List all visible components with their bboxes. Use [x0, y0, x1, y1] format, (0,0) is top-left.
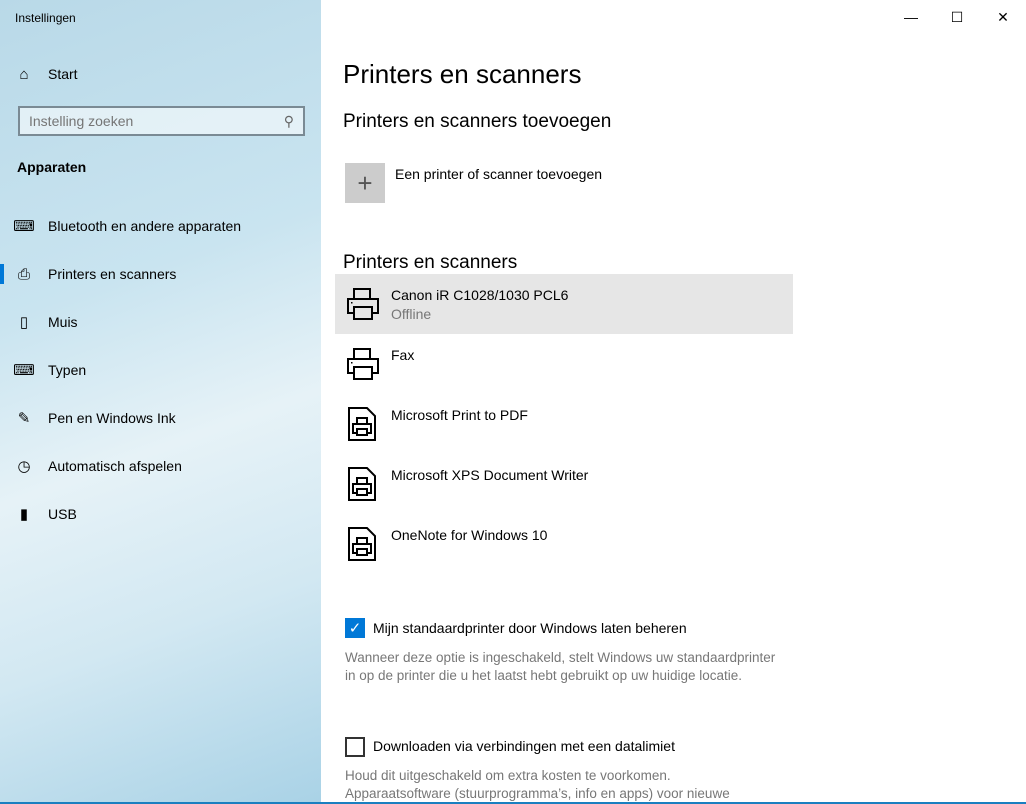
- sidebar-item-start[interactable]: ⌂ Start: [0, 54, 321, 94]
- search-icon[interactable]: ⚲: [284, 113, 294, 130]
- device-item[interactable]: Microsoft XPS Document Writer: [335, 454, 793, 514]
- document-printer-icon: [345, 526, 381, 562]
- sidebar-item-label: Typen: [48, 362, 87, 378]
- add-printer-button[interactable]: +: [345, 163, 385, 203]
- sidebar-item-usb[interactable]: ▮ USB: [0, 494, 321, 534]
- app-title: Instellingen: [15, 11, 76, 25]
- search-input[interactable]: [29, 113, 249, 129]
- printer-icon: [345, 286, 381, 322]
- pen-icon: ✎: [17, 410, 31, 427]
- default-printer-description: Wanneer deze optie is ingeschakeld, stel…: [345, 649, 805, 685]
- sidebar-item-label: Start: [48, 66, 78, 82]
- mouse-icon: ▯: [19, 314, 29, 331]
- checkmark-icon: ✓: [348, 620, 362, 637]
- printer-icon: [345, 346, 381, 382]
- section-heading: Apparaten: [17, 159, 87, 175]
- minimize-icon: —: [904, 9, 918, 25]
- device-item[interactable]: Canon iR C1028/1030 PCL6 Offline: [335, 274, 793, 334]
- device-name: OneNote for Windows 10: [391, 527, 548, 543]
- metered-download-description: Houd dit uitgeschakeld om extra kosten t…: [345, 767, 805, 803]
- document-printer-icon: [345, 406, 381, 442]
- close-button[interactable]: ✕: [980, 0, 1026, 34]
- document-printer-icon: [345, 466, 381, 502]
- sidebar-item-bluetooth[interactable]: ⌨ Bluetooth en andere apparaten: [0, 206, 321, 246]
- add-printer-label[interactable]: Een printer of scanner toevoegen: [395, 166, 602, 182]
- home-icon: ⌂: [19, 65, 29, 83]
- default-printer-checkbox[interactable]: ✓: [345, 618, 365, 638]
- metered-download-label: Downloaden via verbindingen met een data…: [373, 738, 675, 754]
- device-name: Canon iR C1028/1030 PCL6: [391, 287, 569, 303]
- list-heading: Printers en scanners: [343, 252, 518, 273]
- plus-icon: +: [357, 167, 373, 198]
- maximize-button[interactable]: ☐: [934, 0, 980, 34]
- sidebar-item-typing[interactable]: ⌨ Typen: [0, 350, 321, 390]
- main-content: — ☐ ✕ Printers en scanners Printers en s…: [321, 0, 1026, 804]
- keyboard-icon: ⌨: [13, 362, 35, 379]
- usb-icon: ▮: [19, 506, 29, 523]
- maximize-icon: ☐: [950, 8, 964, 25]
- sidebar-item-mouse[interactable]: ▯ Muis: [0, 302, 321, 342]
- close-icon: ✕: [997, 8, 1009, 25]
- device-status: Offline: [391, 306, 432, 322]
- bluetooth-devices-icon: ⌨: [13, 218, 35, 235]
- page-title: Printers en scanners: [343, 59, 582, 89]
- device-name: Microsoft Print to PDF: [391, 407, 528, 423]
- printer-icon: ⎙: [17, 265, 30, 283]
- sidebar-item-printers[interactable]: ⎙ Printers en scanners: [0, 254, 321, 294]
- add-heading: Printers en scanners toevoegen: [343, 111, 612, 132]
- sidebar-item-label: Printers en scanners: [48, 266, 177, 282]
- device-item[interactable]: Microsoft Print to PDF: [335, 394, 793, 454]
- search-box[interactable]: ⚲: [18, 106, 305, 136]
- sidebar-item-label: USB: [48, 506, 77, 522]
- desc-line: Wanneer deze optie is ingeschakeld, stel…: [345, 650, 776, 665]
- desc-line: in op de printer die u het laatst hebt g…: [345, 668, 743, 683]
- device-item[interactable]: Fax: [335, 334, 793, 394]
- minimize-button[interactable]: —: [888, 0, 934, 34]
- sidebar-item-label: Automatisch afspelen: [48, 458, 182, 474]
- sidebar: Instellingen ⌂ Start ⚲ Apparaten ⌨ Blueto…: [0, 0, 321, 804]
- default-printer-label: Mijn standaardprinter door Windows laten…: [373, 620, 687, 636]
- sidebar-item-label: Bluetooth en andere apparaten: [48, 218, 242, 234]
- device-item[interactable]: OneNote for Windows 10: [335, 514, 793, 574]
- device-name: Fax: [391, 347, 415, 363]
- device-name: Microsoft XPS Document Writer: [391, 467, 589, 483]
- autoplay-icon: ◷: [17, 458, 31, 475]
- metered-download-checkbox[interactable]: [345, 737, 365, 757]
- desc-line: Houd dit uitgeschakeld om extra kosten t…: [345, 768, 671, 783]
- sidebar-item-pen[interactable]: ✎ Pen en Windows Ink: [0, 398, 321, 438]
- sidebar-item-autoplay[interactable]: ◷ Automatisch afspelen: [0, 446, 321, 486]
- sidebar-item-label: Muis: [48, 314, 78, 330]
- desc-line: Apparaatsoftware (stuurprogramma’s, info…: [345, 786, 730, 801]
- sidebar-item-label: Pen en Windows Ink: [48, 410, 176, 426]
